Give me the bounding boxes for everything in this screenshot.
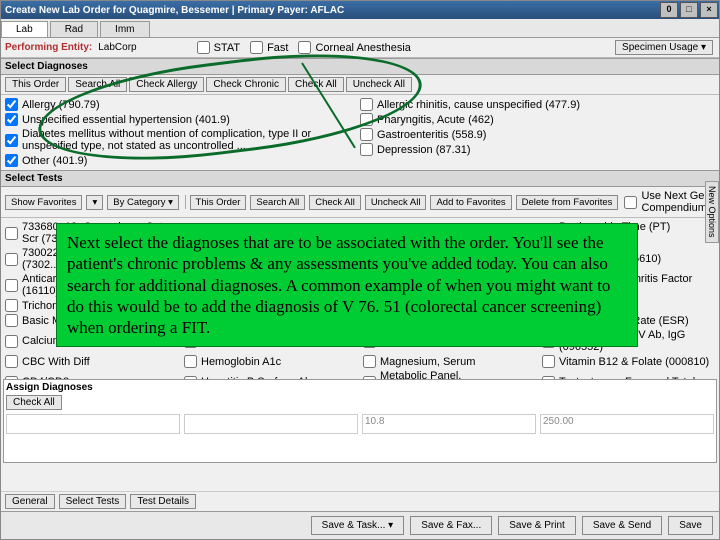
footer-buttons: Save & Task... ▾ Save & Fax... Save & Pr… xyxy=(1,511,719,539)
side-tab-new-options[interactable]: New Options xyxy=(705,181,719,243)
dx-item[interactable]: Gastroenteritis (558.9) xyxy=(360,127,715,142)
close-button[interactable]: × xyxy=(700,2,718,18)
tests-toolbar: Show Favorites ▾ By Category ▾ This Orde… xyxy=(1,187,719,218)
save-button[interactable]: Save xyxy=(668,516,713,535)
tests-search-all-button[interactable]: Search All xyxy=(250,195,305,210)
assign-cell[interactable] xyxy=(6,414,180,434)
tab-lab[interactable]: Lab xyxy=(1,21,48,37)
maximize-button[interactable]: □ xyxy=(680,2,698,18)
tests-check-all-button[interactable]: Check All xyxy=(309,195,361,210)
assign-cell[interactable]: 250.00 xyxy=(540,414,714,434)
dx-check-chronic-button[interactable]: Check Chronic xyxy=(206,77,286,92)
save-and-task-button[interactable]: Save & Task... ▾ xyxy=(311,516,405,535)
order-type-tabs: Lab Rad Imm xyxy=(1,19,719,38)
dx-check-allergy-button[interactable]: Check Allergy xyxy=(129,77,204,92)
bottom-tabs: General Select Tests Test Details xyxy=(1,491,719,511)
assign-cell[interactable] xyxy=(184,414,358,434)
dx-toolbar: This Order Search All Check Allergy Chec… xyxy=(1,75,719,95)
dx-item[interactable]: Pharyngitis, Acute (462) xyxy=(360,112,715,127)
test-item[interactable]: Vitamin B12 & Folate (000810) xyxy=(542,354,715,369)
dx-this-order-button[interactable]: This Order xyxy=(5,77,66,92)
show-favorites-button[interactable]: Show Favorites xyxy=(5,195,82,210)
save-and-print-button[interactable]: Save & Print xyxy=(498,516,576,535)
tab-imm[interactable]: Imm xyxy=(100,21,149,37)
instruction-overlay: Next select the diagnoses that are to be… xyxy=(56,223,638,347)
performing-entity-row: Performing Entity: LabCorp STAT Fast Cor… xyxy=(1,38,719,58)
specimen-usage-dropdown[interactable]: Specimen Usage ▾ xyxy=(615,40,713,55)
dx-uncheck-all-button[interactable]: Uncheck All xyxy=(346,77,412,92)
tab-select-tests[interactable]: Select Tests xyxy=(59,494,127,509)
assign-diagnoses-panel: Assign Diagnoses Check All 10.8 250.00 xyxy=(3,379,717,463)
test-item[interactable]: Hemoglobin A1c xyxy=(184,354,357,369)
assign-cell[interactable]: 10.8 xyxy=(362,414,536,434)
save-and-send-button[interactable]: Save & Send xyxy=(582,516,662,535)
tests-this-order-button[interactable]: This Order xyxy=(190,195,247,210)
dx-item[interactable]: Unspecified essential hypertension (401.… xyxy=(5,112,360,127)
select-diagnoses-header: Select Diagnoses xyxy=(1,58,719,75)
minimize-button[interactable]: 0 xyxy=(660,2,678,18)
diagnosis-list-area: Allergy (790.79) Unspecified essential h… xyxy=(1,95,719,170)
fast-checkbox[interactable]: Fast xyxy=(250,40,288,55)
test-item[interactable]: Magnesium, Serum xyxy=(363,354,536,369)
add-favorites-button[interactable]: Add to Favorites xyxy=(430,195,511,210)
test-item[interactable]: CBC With Diff xyxy=(5,354,178,369)
by-category-dropdown[interactable]: By Category ▾ xyxy=(107,195,179,210)
instruction-text: Next select the diagnoses that are to be… xyxy=(67,233,610,337)
assign-check-all-button[interactable]: Check All xyxy=(6,395,62,410)
use-nextgen-compendium-checkbox[interactable]: Use Next Gen Compendium xyxy=(624,189,715,215)
dx-item[interactable]: Other (401.9) xyxy=(5,153,360,168)
dx-item[interactable]: Diabetes mellitus without mention of com… xyxy=(5,127,360,153)
performing-entity-label: Performing Entity: xyxy=(5,42,92,53)
tab-general[interactable]: General xyxy=(5,494,55,509)
dx-item[interactable]: Depression (87.31) xyxy=(360,142,715,157)
dx-item[interactable]: Allergic rhinitis, cause unspecified (47… xyxy=(360,97,715,112)
favorites-dropdown-icon[interactable]: ▾ xyxy=(86,195,103,210)
stat-checkbox[interactable]: STAT xyxy=(197,40,240,55)
corneal-checkbox[interactable]: Corneal Anesthesia xyxy=(298,40,410,55)
dx-search-all-button[interactable]: Search All xyxy=(68,77,127,92)
tab-test-details[interactable]: Test Details xyxy=(130,494,196,509)
dx-item[interactable]: Allergy (790.79) xyxy=(5,97,360,112)
delete-favorites-button[interactable]: Delete from Favorites xyxy=(516,195,619,210)
assign-diagnoses-header: Assign Diagnoses xyxy=(6,382,714,393)
save-and-fax-button[interactable]: Save & Fax... xyxy=(410,516,492,535)
window-title: Create New Lab Order for Quagmire, Besse… xyxy=(5,5,344,16)
tests-uncheck-all-button[interactable]: Uncheck All xyxy=(365,195,427,210)
title-bar: Create New Lab Order for Quagmire, Besse… xyxy=(1,1,719,19)
tab-rad[interactable]: Rad xyxy=(50,21,98,37)
dx-check-all-button[interactable]: Check All xyxy=(288,77,344,92)
select-tests-header: Select Tests xyxy=(1,170,719,187)
performing-entity-value[interactable]: LabCorp xyxy=(98,42,136,53)
